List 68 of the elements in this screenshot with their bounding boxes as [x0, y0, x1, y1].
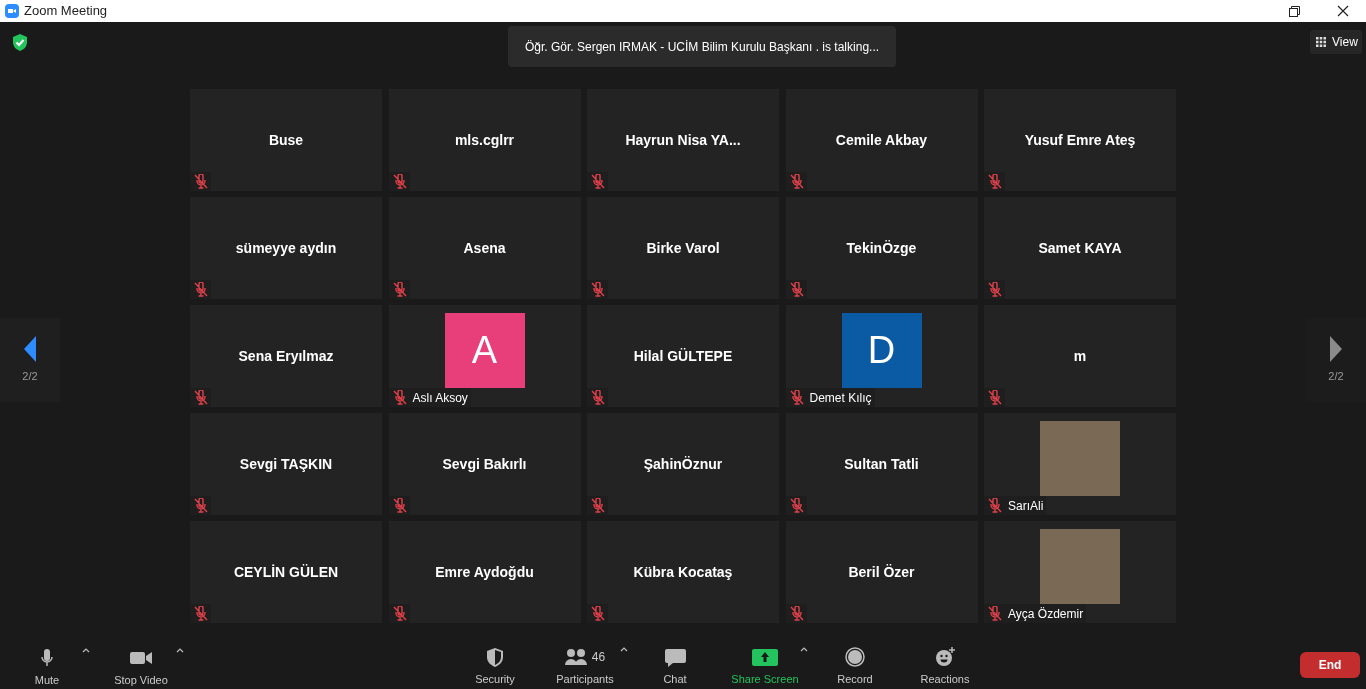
- close-icon[interactable]: [1337, 5, 1349, 17]
- participant-name: Demet Kılıç: [809, 389, 872, 407]
- avatar-tile: D: [841, 312, 922, 388]
- participant-name: SarıAli: [1008, 497, 1044, 515]
- caret-icon[interactable]: [82, 646, 90, 654]
- record-icon: [845, 647, 865, 667]
- mute-button[interactable]: Mute: [12, 640, 82, 689]
- participant-name: Hayrun Nisa YA...: [625, 130, 741, 150]
- participant-name: Samet KAYA: [1038, 238, 1122, 258]
- share-screen-button[interactable]: Share Screen: [730, 640, 800, 688]
- participant-name: Sevgi Bakırlı: [442, 454, 527, 474]
- participant-name: sümeyye aydın: [235, 238, 337, 258]
- participant-name: Asena: [463, 238, 506, 258]
- caret-icon[interactable]: [176, 646, 184, 654]
- participant-name: Kübra Kocataş: [633, 562, 733, 582]
- toolbar-label: Chat: [663, 672, 687, 687]
- participant-name: Aslı Aksoy: [412, 389, 468, 407]
- restore-icon[interactable]: [1289, 5, 1300, 17]
- participant-name: Birke Varol: [646, 238, 720, 258]
- grid-icon: [1316, 37, 1326, 47]
- avatar-tile: A: [444, 312, 525, 388]
- caret-icon[interactable]: [800, 646, 808, 653]
- caret-icon[interactable]: [620, 646, 628, 653]
- security-button[interactable]: Security: [460, 640, 530, 688]
- toolbar-label: Reactions: [920, 672, 970, 687]
- toolbar-label: Participants: [556, 672, 614, 687]
- end-button[interactable]: End: [1300, 651, 1360, 678]
- stop-video-button[interactable]: Stop Video: [106, 640, 176, 689]
- page-indicator: 2/2: [1328, 368, 1344, 384]
- record-button[interactable]: Record: [820, 640, 890, 688]
- view-button[interactable]: View: [1310, 30, 1362, 54]
- chat-button[interactable]: Chat: [640, 640, 710, 688]
- toolbar-label: Security: [475, 672, 515, 687]
- window-title: Zoom Meeting: [24, 2, 108, 21]
- participant-name: Hilal GÜLTEPE: [633, 346, 733, 366]
- participant-name: Beril Özer: [848, 562, 915, 582]
- toolbar-label: Record: [837, 672, 873, 687]
- page-indicator: 2/2: [22, 368, 38, 384]
- reactions-button[interactable]: Reactions: [910, 640, 980, 688]
- microphone-icon: [40, 648, 54, 668]
- right-arrow-icon: [1330, 335, 1342, 362]
- participant-name: Yusuf Emre Ateş: [1024, 130, 1136, 150]
- participant-name: Cemile Akbay: [835, 130, 928, 150]
- toolbar-label: Stop Video: [114, 672, 168, 688]
- toolbar-label: Share Screen: [731, 672, 799, 687]
- participant-name: Sena Eryılmaz: [238, 346, 334, 366]
- participant-name: mls.cglrr: [454, 130, 515, 150]
- participant-name: CEYLİN GÜLEN: [233, 562, 339, 582]
- participant-name: m: [1073, 346, 1087, 366]
- participant-name: Buse: [268, 130, 304, 150]
- previous-page-button[interactable]: 2/2: [0, 318, 60, 402]
- toolbar-label: Mute: [34, 672, 60, 688]
- participant-name: TekinÖzge: [846, 238, 917, 258]
- participant-name: Ayça Özdemir: [1008, 605, 1084, 623]
- participant-name: Sultan Tatli: [844, 454, 919, 474]
- left-arrow-icon: [24, 335, 36, 362]
- participant-count: 46: [591, 649, 606, 666]
- shield-icon: [486, 647, 504, 667]
- smiley-icon: [935, 647, 955, 667]
- speech-bubble-icon: [664, 647, 686, 667]
- video-camera-icon: [5, 4, 19, 18]
- participant-name: ŞahinÖznur: [643, 454, 723, 474]
- shield-check-icon[interactable]: [12, 34, 28, 51]
- people-icon: [564, 648, 587, 666]
- participant-name: Emre Aydoğdu: [435, 562, 534, 582]
- participants-button[interactable]: 46 Participants: [550, 640, 620, 688]
- participant-name: Sevgi TAŞKIN: [239, 454, 333, 474]
- talking-banner: Öğr. Gör. Sergen IRMAK - UCİM Bilim Kurulu Başkanı . is talking...: [507, 26, 897, 67]
